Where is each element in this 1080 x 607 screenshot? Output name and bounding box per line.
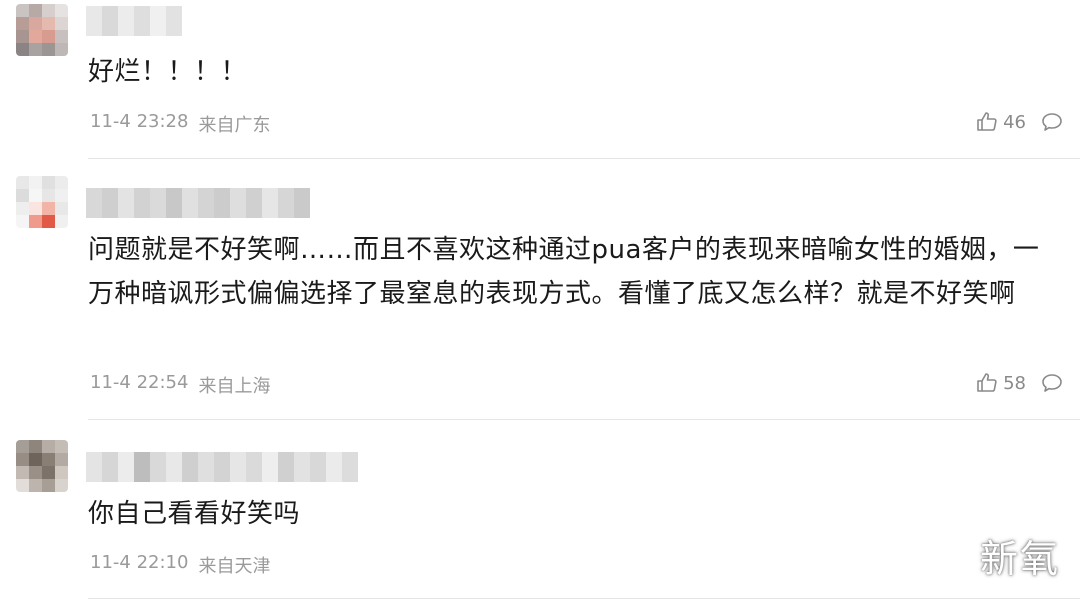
thumbs-up-icon (977, 112, 997, 131)
comment-actions: 58 (975, 371, 1064, 395)
speech-bubble-icon[interactable] (1040, 371, 1064, 395)
divider (88, 158, 1080, 159)
avatar[interactable] (16, 4, 68, 56)
comment-location: 来自上海 (198, 376, 271, 397)
like-count: 58 (1003, 372, 1026, 394)
divider (88, 598, 1080, 599)
comment-location: 来自广东 (198, 115, 271, 136)
watermark-logo: 新氧 (979, 537, 1060, 581)
like-count: 46 (1003, 111, 1026, 133)
comment-text: 好烂！！！！ (88, 57, 248, 87)
comment-meta: 11-4 23:28 来自广东 (90, 111, 270, 137)
divider (88, 419, 1080, 420)
comment-meta: 11-4 22:54 来自上海 (90, 372, 270, 398)
avatar[interactable] (16, 440, 68, 492)
username[interactable] (86, 6, 182, 36)
comment-location: 来自天津 (198, 556, 271, 577)
like-button[interactable]: 46 (975, 110, 1026, 134)
avatar[interactable] (16, 176, 68, 228)
username[interactable] (86, 452, 358, 482)
username[interactable] (86, 188, 310, 218)
comment-text: 问题就是不好笑啊……而且不喜欢这种通过pua客户的表现来暗喻女性的婚姻，一万种暗… (88, 235, 1040, 309)
thumbs-up-icon (977, 373, 997, 392)
comment-actions: 46 (975, 110, 1064, 134)
comment-text: 你自己看看好笑吗 (88, 499, 301, 529)
comment-date: 11-4 22:10 (90, 552, 189, 573)
comment-meta: 11-4 22:10 来自天津 (90, 552, 270, 578)
comment-date: 11-4 22:54 (90, 372, 189, 393)
comment-date: 11-4 23:28 (90, 111, 189, 132)
like-button[interactable]: 58 (975, 371, 1026, 395)
speech-bubble-icon[interactable] (1040, 110, 1064, 134)
